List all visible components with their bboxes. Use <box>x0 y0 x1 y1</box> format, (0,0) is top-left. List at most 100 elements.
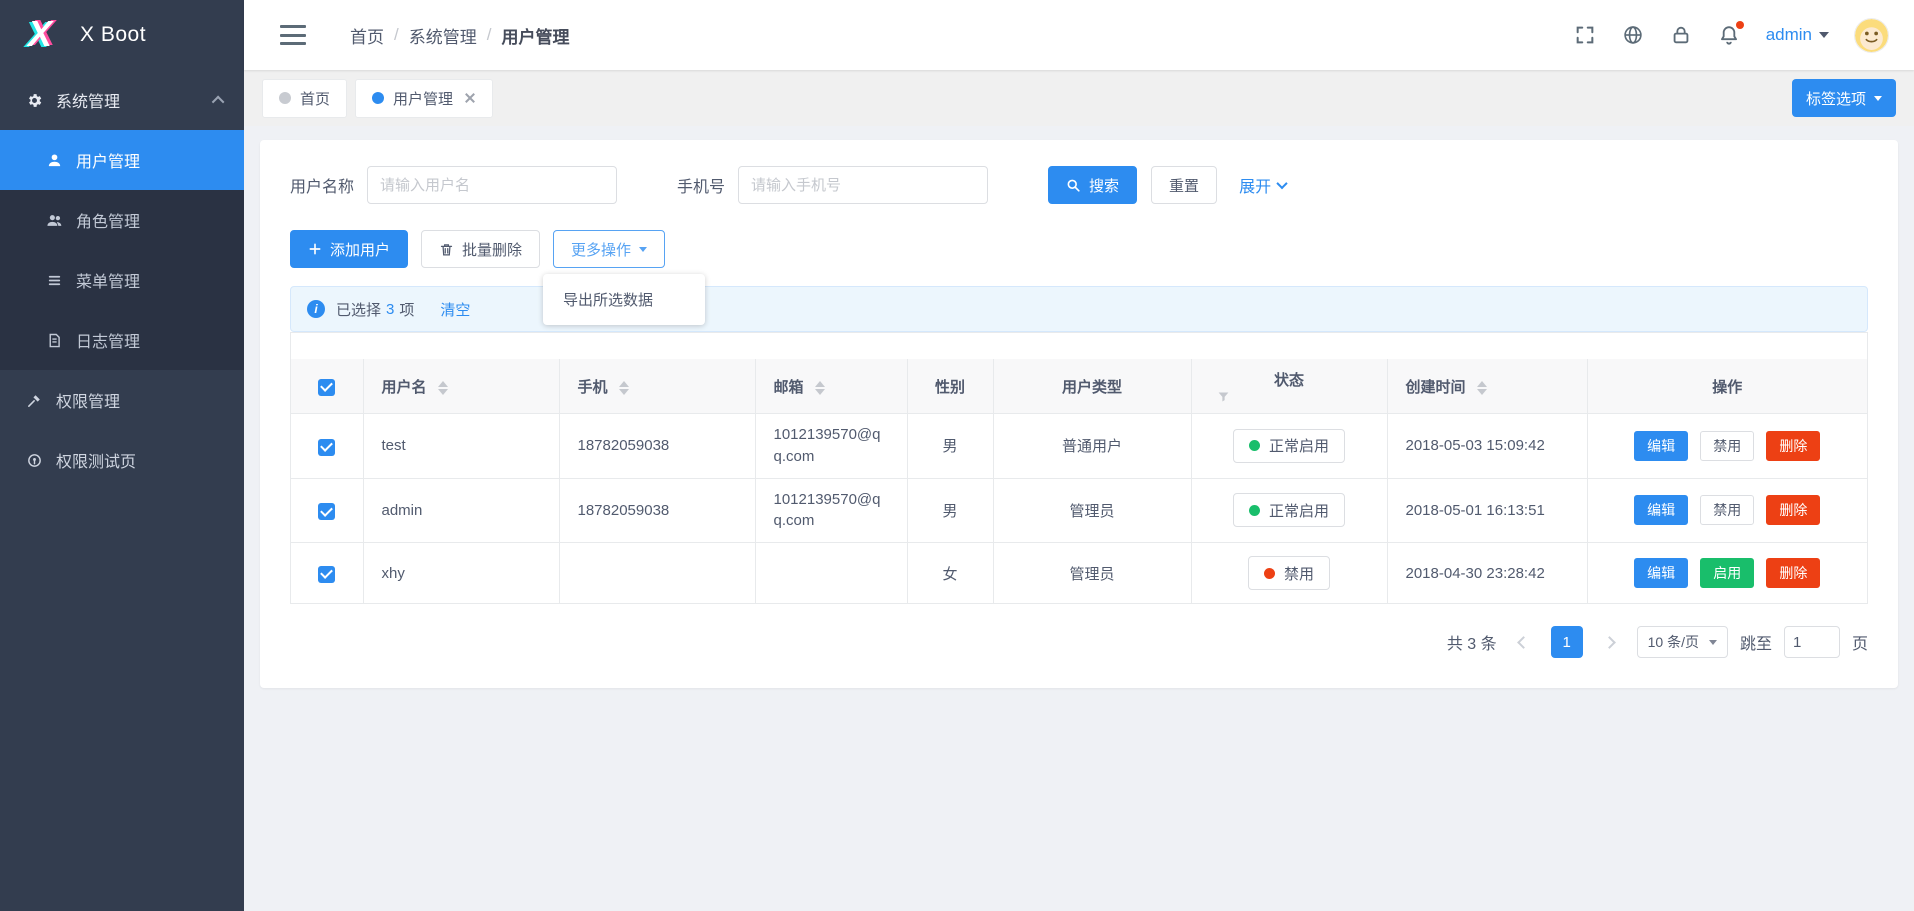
header-status[interactable]: 状态 <box>1191 359 1387 414</box>
page-content: 用户名称 手机号 搜索 重置 展开 <box>244 126 1914 911</box>
notifications-bell-icon[interactable] <box>1718 24 1740 46</box>
language-globe-icon[interactable] <box>1622 24 1644 46</box>
more-actions-button[interactable]: 更多操作 <box>553 230 665 268</box>
delete-button[interactable]: 删除 <box>1766 495 1820 525</box>
tag-options-button[interactable]: 标签选项 <box>1792 79 1896 117</box>
cell-phone: 18782059038 <box>578 437 670 454</box>
reset-button[interactable]: 重置 <box>1151 166 1217 204</box>
phone-search-input[interactable] <box>738 166 988 204</box>
tab-dot <box>279 92 291 104</box>
row-checkbox[interactable] <box>318 566 335 583</box>
search-form: 用户名称 手机号 搜索 重置 展开 <box>290 166 1868 204</box>
app-root: X Boot 系统管理 用户管理 角色管理 <box>0 0 1914 911</box>
hamburger-menu-icon[interactable] <box>280 25 306 45</box>
row-checkbox[interactable] <box>318 503 335 520</box>
lock-icon[interactable] <box>1670 24 1692 46</box>
selection-alert: 已选择 3 项 清空 <box>290 286 1868 332</box>
close-icon[interactable] <box>464 92 476 104</box>
trash-icon <box>439 242 454 257</box>
tab-home[interactable]: 首页 <box>262 79 347 118</box>
sidebar-item-permissions[interactable]: 权限管理 <box>0 370 244 430</box>
page-size-value: 10 条/页 <box>1648 632 1699 652</box>
expand-link[interactable]: 展开 <box>1239 173 1286 197</box>
sort-icon[interactable] <box>815 381 825 395</box>
hammer-icon <box>26 392 43 409</box>
fullscreen-icon[interactable] <box>1574 24 1596 46</box>
sort-icon[interactable] <box>619 381 629 395</box>
header-gender: 性别 <box>907 359 993 414</box>
clear-selection-link[interactable]: 清空 <box>440 299 470 320</box>
cell-username: admin <box>382 502 423 519</box>
selected-count: 3 <box>386 301 394 318</box>
edit-button[interactable]: 编辑 <box>1634 495 1688 525</box>
users-table-wrap: 用户名 手机 邮箱 性 <box>290 332 1868 604</box>
sort-icon[interactable] <box>438 381 448 395</box>
sidebar-item-permission-test[interactable]: 权限测试页 <box>0 430 244 490</box>
alert-text: 项 <box>399 299 414 320</box>
more-actions-dropdown: 导出所选数据 <box>543 274 705 325</box>
select-all-checkbox[interactable] <box>318 379 335 396</box>
cell-username: xhy <box>382 565 405 582</box>
sidebar-item-menus[interactable]: 菜单管理 <box>0 250 244 310</box>
sidebar-item-roles[interactable]: 角色管理 <box>0 190 244 250</box>
cell-user-type: 普通用户 <box>1062 438 1122 455</box>
avatar[interactable] <box>1855 19 1888 52</box>
username-field-label: 用户名称 <box>290 173 354 197</box>
next-page-button[interactable] <box>1595 626 1625 658</box>
tab-label: 用户管理 <box>393 88 453 109</box>
chevron-down-icon <box>1874 96 1882 101</box>
chevron-down-icon <box>1276 178 1287 189</box>
sort-icon[interactable] <box>1477 381 1487 395</box>
cell-created-time: 2018-04-30 23:28:42 <box>1406 565 1545 582</box>
tab-user-management[interactable]: 用户管理 <box>355 79 493 118</box>
total-count-text: 共 3 条 <box>1447 630 1497 654</box>
sidebar-item-system[interactable]: 系统管理 <box>0 70 244 130</box>
status-dot-enabled <box>1249 505 1260 516</box>
page-number-button[interactable]: 1 <box>1551 626 1583 658</box>
export-selected-menu-item[interactable]: 导出所选数据 <box>543 280 705 319</box>
table-row: xhy 女 管理员 禁用 2018-04-30 23: <box>291 543 1867 604</box>
page-unit-label: 页 <box>1852 630 1868 654</box>
header-phone[interactable]: 手机 <box>559 359 755 414</box>
delete-button[interactable]: 删除 <box>1766 431 1820 461</box>
header-email[interactable]: 邮箱 <box>755 359 907 414</box>
breadcrumb-system[interactable]: 系统管理 <box>409 23 477 48</box>
tab-label: 首页 <box>300 88 330 109</box>
search-button[interactable]: 搜索 <box>1048 166 1137 204</box>
cell-created-time: 2018-05-01 16:13:51 <box>1406 502 1545 519</box>
breadcrumb-home[interactable]: 首页 <box>350 23 384 48</box>
edit-button[interactable]: 编辑 <box>1634 431 1688 461</box>
disable-button[interactable]: 禁用 <box>1700 495 1754 525</box>
permission-test-icon <box>26 452 43 469</box>
row-checkbox[interactable] <box>318 439 335 456</box>
chevron-up-icon <box>212 95 225 108</box>
header-created-time[interactable]: 创建时间 <box>1387 359 1587 414</box>
cell-phone: 18782059038 <box>578 502 670 519</box>
user-menu[interactable]: admin <box>1766 25 1829 45</box>
sidebar-item-logs[interactable]: 日志管理 <box>0 310 244 370</box>
menu-list-icon <box>46 272 63 289</box>
phone-field-label: 手机号 <box>677 173 725 197</box>
enable-button[interactable]: 启用 <box>1700 558 1754 588</box>
delete-button[interactable]: 删除 <box>1766 558 1820 588</box>
add-user-label: 添加用户 <box>330 239 390 260</box>
cell-username: test <box>382 437 406 454</box>
reset-button-label: 重置 <box>1169 175 1199 196</box>
status-badge: 正常启用 <box>1233 429 1345 463</box>
filter-funnel-icon[interactable] <box>1217 390 1230 403</box>
page-size-select[interactable]: 10 条/页 <box>1637 626 1728 658</box>
top-header: 首页 / 系统管理 / 用户管理 <box>244 0 1914 70</box>
breadcrumb: 首页 / 系统管理 / 用户管理 <box>350 23 569 48</box>
jump-to-page-input[interactable] <box>1784 626 1840 658</box>
add-user-button[interactable]: 添加用户 <box>290 230 408 268</box>
disable-button[interactable]: 禁用 <box>1700 431 1754 461</box>
user-management-card: 用户名称 手机号 搜索 重置 展开 <box>260 140 1898 688</box>
edit-button[interactable]: 编辑 <box>1634 558 1688 588</box>
prev-page-button[interactable] <box>1509 626 1539 658</box>
open-tabs-bar: 首页 用户管理 标签选项 <box>244 70 1914 126</box>
sidebar-item-users[interactable]: 用户管理 <box>0 130 244 190</box>
username-search-input[interactable] <box>367 166 617 204</box>
tag-options-label: 标签选项 <box>1806 88 1866 109</box>
batch-delete-button[interactable]: 批量删除 <box>421 230 540 268</box>
header-username[interactable]: 用户名 <box>363 359 559 414</box>
